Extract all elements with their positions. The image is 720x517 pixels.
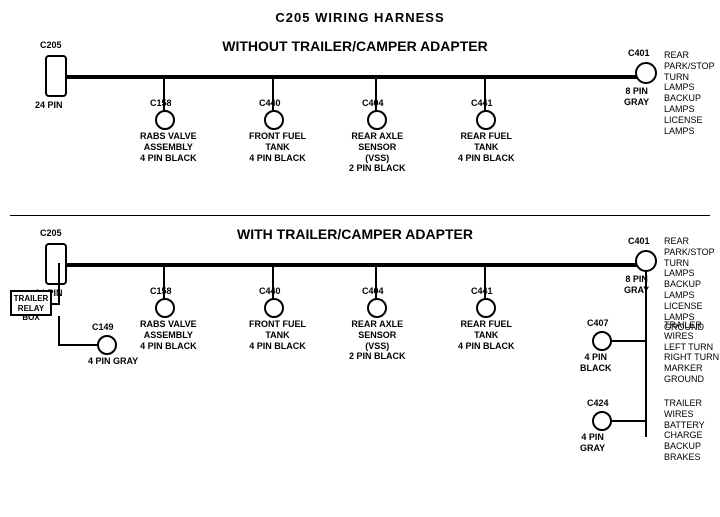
c205-1-sublabel: 24 PIN [35,100,63,111]
c158-2-label: C158 [150,286,172,297]
c424-right-label: TRAILER WIRESBATTERY CHARGEBACKUPBRAKES [664,398,720,463]
c424-label: C424 [587,398,609,409]
c404-1-connector [367,110,387,130]
c205-2-connector [45,243,67,285]
c158-2-connector [155,298,175,318]
c441-1-label: C441 [471,98,493,109]
c149-horiz [58,344,98,346]
c401-2-label: C401 [628,236,650,247]
c401-1-sublabel: 8 PINGRAY [624,86,649,108]
trailer-relay-drop [58,263,60,303]
c441-1-sublabel: REAR FUELTANK4 PIN BLACK [458,131,515,163]
c441-2-sublabel: REAR FUELTANK4 PIN BLACK [458,319,515,351]
c441-1-connector [476,110,496,130]
section2-main-line [58,263,648,267]
c404-2-sublabel: REAR AXLESENSOR(VSS)2 PIN BLACK [349,319,406,362]
diagram-container: C205 WIRING HARNESS WITHOUT TRAILER/CAMP… [0,0,720,510]
c440-2-label: C440 [259,286,281,297]
c407-label: C407 [587,318,609,329]
c440-1-connector [264,110,284,130]
c149-connector [97,335,117,355]
c441-2-label: C441 [471,286,493,297]
c401-1-right-label: REAR PARK/STOPTURN LAMPSBACKUP LAMPSLICE… [664,50,720,136]
c440-2-connector [264,298,284,318]
c158-2-sublabel: RABS VALVEASSEMBLY4 PIN BLACK [140,319,197,351]
c407-horiz [609,340,646,342]
c407-right-label: TRAILER WIRESLEFT TURNRIGHT TURNMARKERGR… [664,320,720,385]
c158-1-sublabel: RABS VALVEASSEMBLY4 PIN BLACK [140,131,197,163]
c407-connector [592,331,612,351]
c404-2-connector [367,298,387,318]
c404-1-label: C404 [362,98,384,109]
c404-2-label: C404 [362,286,384,297]
section1-main-line [58,75,648,79]
c401-2-right-label: REAR PARK/STOPTURN LAMPSBACKUP LAMPSLICE… [664,236,720,333]
c205-1-connector [45,55,67,97]
c424-connector [592,411,612,431]
c149-sublabel: 4 PIN GRAY [88,356,138,367]
section1-label: WITHOUT TRAILER/CAMPER ADAPTER [155,38,555,54]
section-divider [10,215,710,216]
c401-2-connector [635,250,657,272]
c149-drop [58,316,60,344]
c401-1-connector [635,62,657,84]
c407-sublabel: 4 PINBLACK [580,352,612,374]
c158-1-connector [155,110,175,130]
section2-label: WITH TRAILER/CAMPER ADAPTER [155,226,555,242]
c440-2-sublabel: FRONT FUELTANK4 PIN BLACK [249,319,306,351]
c158-1-label: C158 [150,98,172,109]
c424-horiz [609,420,646,422]
page-title: C205 WIRING HARNESS [0,4,720,25]
c205-1-label: C205 [40,40,62,51]
c401-vert-down [645,272,647,437]
c424-sublabel: 4 PINGRAY [580,432,605,454]
c440-1-label: C440 [259,98,281,109]
c401-1-label: C401 [628,48,650,59]
c404-1-sublabel: REAR AXLESENSOR(VSS)2 PIN BLACK [349,131,406,174]
c441-2-connector [476,298,496,318]
trailer-relay-box: TRAILERRELAYBOX [10,290,52,316]
c205-2-label: C205 [40,228,62,239]
c149-label: C149 [92,322,114,333]
c440-1-sublabel: FRONT FUELTANK4 PIN BLACK [249,131,306,163]
